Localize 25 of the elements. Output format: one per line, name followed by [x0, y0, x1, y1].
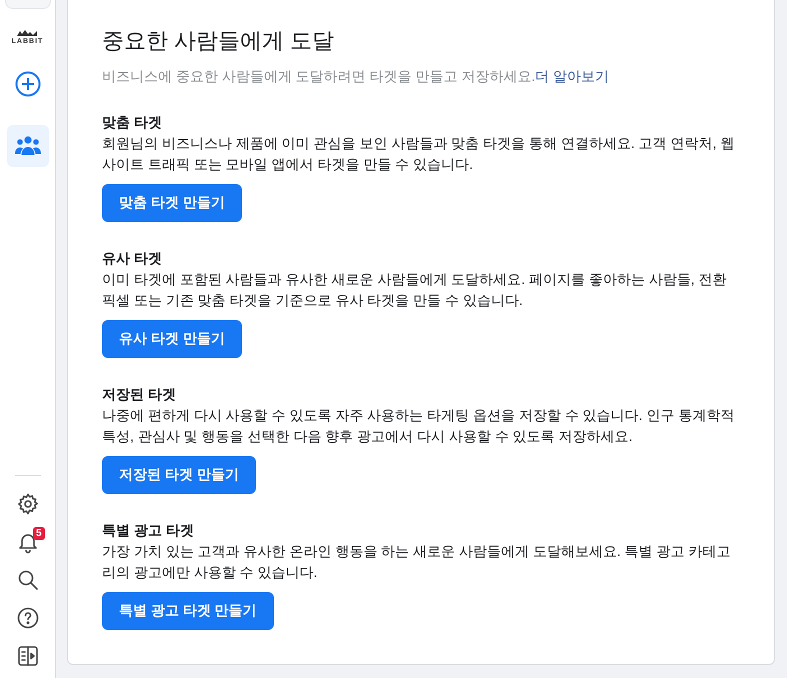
section-heading: 저장된 타겟 — [102, 385, 177, 404]
sidebar-item[interactable] — [6, 125, 48, 167]
subtitle: 비즈니스에 중요한 사람들에게 도달하려면 타겟을 만들고 저장하세요.더 알아보기 — [102, 67, 610, 86]
sidebar-item[interactable]: 5 — [12, 526, 44, 558]
sidebar-toggle-icon — [16, 644, 40, 668]
section-heading: 특별 광고 타겟 — [102, 521, 195, 540]
help-icon — [16, 606, 40, 630]
section-description: 회원님의 비즈니스나 제품에 이미 관심을 보인 사람들과 맞춤 타겟을 통해 연결하세요. 고객 연락처, 웹사이트 트래픽 또는 모바일 앱에서 타겟을 만들 수 있습니다. — [102, 134, 736, 174]
people-icon — [14, 135, 40, 157]
learn-more-link[interactable]: 더 알아보기 — [535, 68, 610, 84]
section-description: 나중에 편하게 다시 사용할 수 있도록 자주 사용하는 타게팅 옵션을 저장할 수 있습니다. 인구 통계학적 특성, 관심사 및 행동을 선택한 다음 향후 광고에서 다시 사용할 수 있도록 저장하세요. — [102, 406, 736, 446]
section-description: 이미 타겟에 포함된 사람들과 유사한 새로운 사람들에게 도달하세요. 페이지를 좋아하는 사람들, 전환 픽셀 또는 기존 맞춤 타겟을 기준으로 유사 타겟을 만들 수 있습니다. — [102, 270, 728, 310]
create-audience-button[interactable]: 맞춤 타겟 만들기 — [102, 184, 242, 222]
notification-badge: 5 — [32, 527, 44, 540]
create-audience-button[interactable]: 유사 타겟 만들기 — [102, 320, 242, 358]
page-title: 중요한 사람들에게 도달 — [102, 27, 336, 55]
create-audience-button[interactable]: 특별 광고 타겟 만들기 — [102, 592, 274, 630]
search-icon — [16, 568, 40, 592]
logo-icon — [16, 29, 38, 37]
section-heading: 맞춤 타겟 — [102, 113, 163, 132]
section-description: 가장 가치 있는 고객과 유사한 온라인 행동을 하는 새로운 사람들에게 도달해보세요. 특별 광고 카테고리의 광고에만 사용할 수 있습니다. — [102, 542, 732, 582]
settings-icon — [16, 492, 40, 516]
create-audience-button[interactable]: 저장된 타겟 만들기 — [102, 456, 256, 494]
plus-circle-icon — [14, 71, 40, 97]
section-heading: 유사 타겟 — [102, 249, 163, 268]
